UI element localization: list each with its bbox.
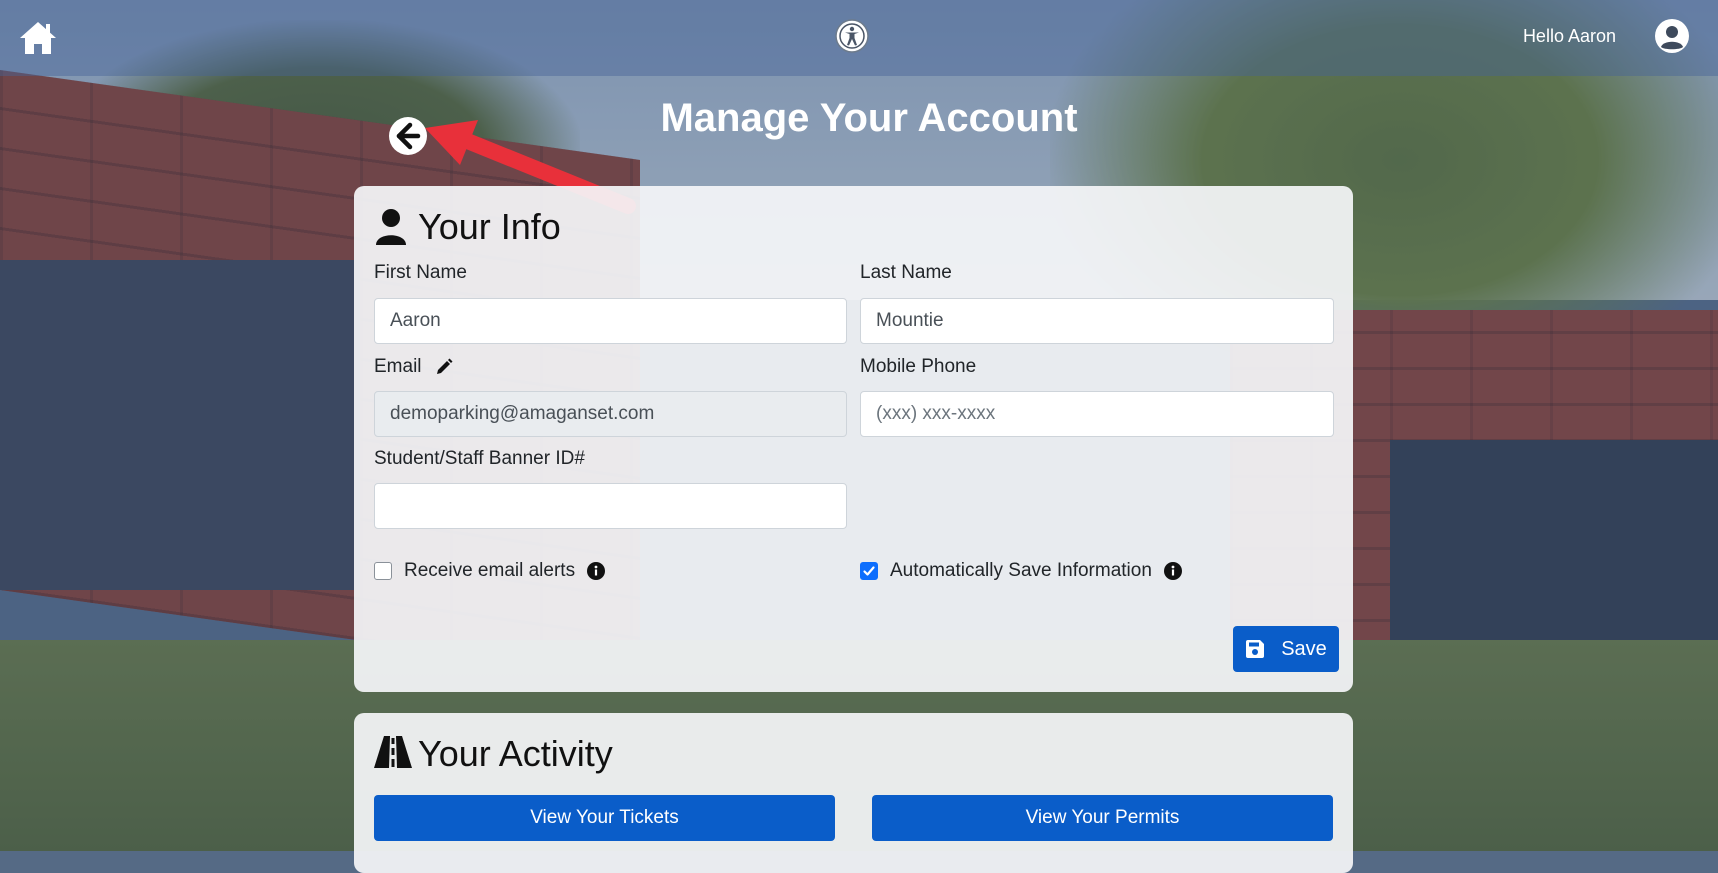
- auto-save-label: Automatically Save Information: [890, 560, 1152, 581]
- accessibility-icon[interactable]: [834, 18, 870, 54]
- your-activity-card: Your Activity View Your Tickets View You…: [354, 713, 1353, 873]
- email-alerts-checkbox[interactable]: [374, 562, 392, 580]
- auto-save-option: Automatically Save Information: [860, 560, 1182, 582]
- save-button-label: Save: [1281, 637, 1327, 660]
- info-icon[interactable]: [587, 562, 606, 580]
- page-title: Manage Your Account: [660, 96, 1078, 140]
- user-circle-icon[interactable]: [1654, 18, 1690, 54]
- banner-id-input[interactable]: [374, 483, 847, 529]
- greeting-text: Hello Aaron: [1522, 26, 1616, 46]
- home-icon[interactable]: [18, 18, 58, 58]
- your-activity-heading: Your Activity: [374, 733, 613, 775]
- your-info-card: Your Info First Name Last Name Email Mob…: [354, 186, 1353, 692]
- first-name-label: First Name: [374, 262, 467, 283]
- mobile-phone-label: Mobile Phone: [860, 356, 977, 377]
- email-alerts-option: Receive email alerts: [374, 560, 606, 582]
- email-input[interactable]: [374, 391, 847, 437]
- view-tickets-button[interactable]: View Your Tickets: [374, 795, 835, 841]
- save-button[interactable]: Save: [1233, 626, 1339, 672]
- your-info-heading: Your Info: [374, 206, 561, 248]
- floppy-disk-icon: [1246, 640, 1265, 658]
- email-alerts-label: Receive email alerts: [404, 560, 576, 581]
- email-label: Email: [374, 356, 422, 377]
- info-icon[interactable]: [1163, 562, 1182, 580]
- email-label-group: Email: [374, 356, 453, 378]
- auto-save-checkbox[interactable]: [860, 562, 878, 580]
- last-name-label: Last Name: [860, 262, 952, 283]
- first-name-input[interactable]: [374, 298, 847, 344]
- view-permits-button[interactable]: View Your Permits: [872, 795, 1333, 841]
- checkmark-icon: [863, 566, 875, 576]
- pencil-icon[interactable]: [435, 358, 453, 376]
- banner-id-label: Student/Staff Banner ID#: [374, 448, 585, 469]
- mobile-phone-input[interactable]: [860, 391, 1334, 437]
- last-name-input[interactable]: [860, 298, 1334, 344]
- top-nav-bar: Hello Aaron: [0, 0, 1718, 76]
- road-icon: [374, 735, 412, 773]
- person-icon: [374, 208, 408, 246]
